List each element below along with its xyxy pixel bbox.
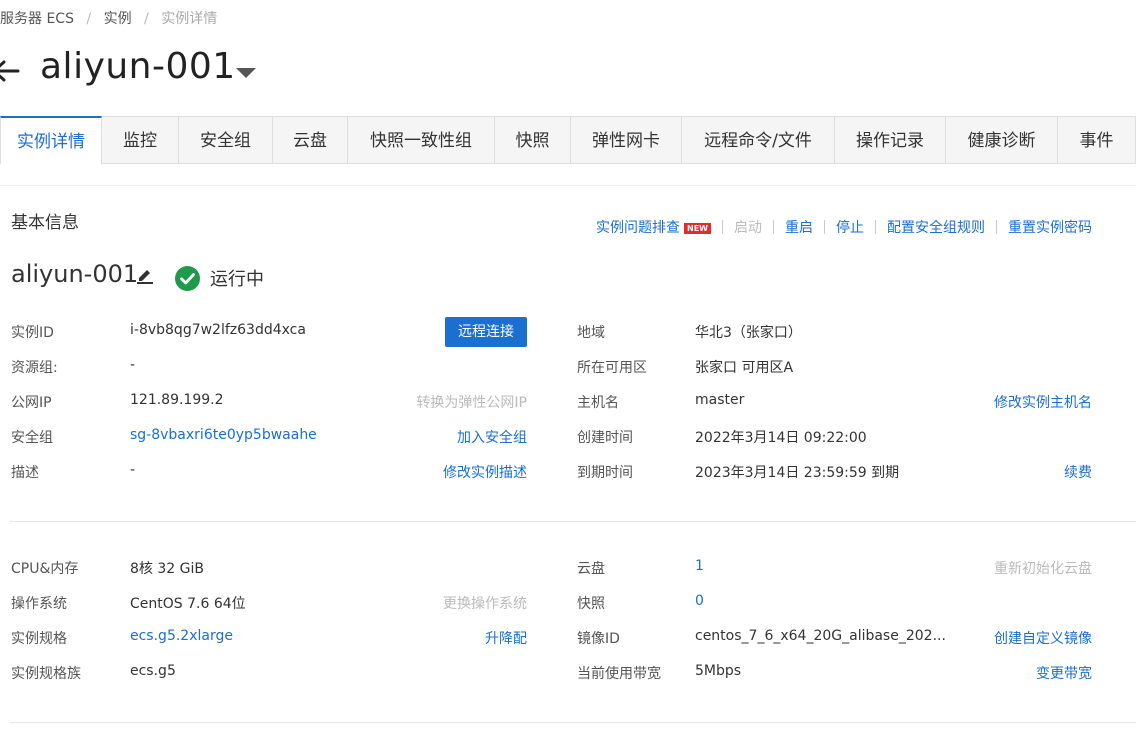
breadcrumb: 云服务器 ECS / 实例 / 实例详情 xyxy=(0,8,217,28)
action-divider xyxy=(721,220,723,234)
convert-eip-link[interactable]: 转换为弹性公网IP xyxy=(416,392,527,412)
tab-snapshots[interactable]: 快照 xyxy=(495,116,571,164)
instance-switch-dropdown-icon[interactable] xyxy=(236,68,256,78)
instance-type-label: 实例规格 xyxy=(11,631,67,647)
instance-id-value: i-8vb8qg7w2lfz63dd4xca xyxy=(130,322,306,338)
page-title: aliyun-001 xyxy=(40,46,236,87)
cpu-memory-label: CPU&内存 xyxy=(11,561,79,577)
instance-family-value: ecs.g5 xyxy=(130,663,176,679)
reinit-disk-link[interactable]: 重新初始化云盘 xyxy=(994,558,1092,578)
section-title-basic-info: 基本信息 xyxy=(11,213,79,233)
zone-label: 所在可用区 xyxy=(577,360,647,376)
tab-snapshot-consistency-groups[interactable]: 快照一致性组 xyxy=(348,116,495,164)
security-group-label: 安全组 xyxy=(11,430,53,446)
edit-pencil-icon[interactable] xyxy=(136,266,154,284)
join-security-group-link[interactable]: 加入安全组 xyxy=(457,427,527,447)
diagnose-label: 实例问题排查 xyxy=(596,220,680,236)
tab-health-diagnosis[interactable]: 健康诊断 xyxy=(946,116,1058,164)
breadcrumb-ecs[interactable]: 云服务器 ECS xyxy=(0,11,74,27)
hostname-label: 主机名 xyxy=(577,395,619,411)
tab-security-groups[interactable]: 安全组 xyxy=(179,116,273,164)
snapshot-label: 快照 xyxy=(577,596,605,612)
resource-group-value: - xyxy=(130,357,136,373)
section-divider xyxy=(10,722,1136,723)
resource-group-label: 资源组: xyxy=(11,360,58,376)
breadcrumb-instances[interactable]: 实例 xyxy=(104,11,132,27)
tab-events[interactable]: 事件 xyxy=(1058,116,1136,164)
public-ip-label: 公网IP xyxy=(11,395,52,411)
tab-elastic-nic[interactable]: 弹性网卡 xyxy=(571,116,682,164)
image-id-label: 镜像ID xyxy=(577,631,620,647)
running-check-icon xyxy=(175,266,200,291)
instance-name: aliyun-001 xyxy=(11,260,139,288)
start-button[interactable]: 启动 xyxy=(734,217,762,237)
restart-button[interactable]: 重启 xyxy=(785,217,813,237)
action-divider xyxy=(772,220,774,234)
bandwidth-label: 当前使用带宽 xyxy=(577,666,661,682)
create-custom-image-link[interactable]: 创建自定义镜像 xyxy=(994,628,1092,648)
new-badge: NEW xyxy=(684,222,711,234)
breadcrumb-separator: / xyxy=(144,11,149,27)
breadcrumb-current: 实例详情 xyxy=(161,11,218,27)
region-label: 地域 xyxy=(577,325,605,341)
action-bar: 实例问题排查 NEW 启动 重启 停止 配置安全组规则 重置实例密码 xyxy=(596,217,1092,237)
content-top-divider xyxy=(0,185,1136,186)
remote-connect-button[interactable]: 远程连接 xyxy=(445,317,527,347)
tab-instance-details[interactable]: 实例详情 xyxy=(0,116,102,164)
cpu-memory-value: 8核 32 GiB xyxy=(130,561,204,577)
status-text: 运行中 xyxy=(210,269,264,290)
tab-monitoring[interactable]: 监控 xyxy=(102,116,179,164)
zone-value: 张家口 可用区A xyxy=(695,360,794,376)
tab-remote-commands[interactable]: 远程命令/文件 xyxy=(682,116,835,164)
disk-label: 云盘 xyxy=(577,561,605,577)
change-os-link[interactable]: 更换操作系统 xyxy=(443,593,527,613)
tab-disks[interactable]: 云盘 xyxy=(273,116,348,164)
instance-id-label: 实例ID xyxy=(11,325,54,341)
configure-sg-rules-button[interactable]: 配置安全组规则 xyxy=(887,217,985,237)
renew-link[interactable]: 续费 xyxy=(1064,462,1092,482)
reset-password-button[interactable]: 重置实例密码 xyxy=(1008,217,1092,237)
snapshot-count-link[interactable]: 0 xyxy=(695,593,704,609)
created-time-value: 2022年3月14日 09:22:00 xyxy=(695,430,867,446)
public-ip-value: 121.89.199.2 xyxy=(130,392,224,408)
breadcrumb-separator: / xyxy=(86,11,92,27)
tab-operation-logs[interactable]: 操作记录 xyxy=(835,116,946,164)
edit-hostname-link[interactable]: 修改实例主机名 xyxy=(994,392,1092,412)
os-value: CentOS 7.6 64位 xyxy=(130,596,246,612)
expire-time-value: 2023年3月14日 23:59:59 到期 xyxy=(695,465,900,481)
change-spec-link[interactable]: 升降配 xyxy=(485,628,527,648)
description-value: - xyxy=(130,462,136,478)
created-time-label: 创建时间 xyxy=(577,430,633,446)
image-id-value: centos_7_6_x64_20G_alibase_202... xyxy=(695,628,946,644)
diagnose-link[interactable]: 实例问题排查 NEW xyxy=(596,217,711,237)
bandwidth-value: 5Mbps xyxy=(695,663,742,679)
more-actions-icon[interactable]: ⋮ xyxy=(1130,220,1136,239)
back-arrow-icon[interactable] xyxy=(0,58,22,84)
action-divider xyxy=(874,220,876,234)
hostname-value: master xyxy=(695,392,745,408)
os-label: 操作系统 xyxy=(11,596,67,612)
action-divider xyxy=(823,220,825,234)
change-bandwidth-link[interactable]: 变更带宽 xyxy=(1036,663,1092,683)
description-label: 描述 xyxy=(11,465,39,481)
expire-time-label: 到期时间 xyxy=(577,465,633,481)
security-group-link[interactable]: sg-8vbaxri6te0yp5bwaahe xyxy=(130,427,317,443)
instance-family-label: 实例规格族 xyxy=(11,666,81,682)
stop-button[interactable]: 停止 xyxy=(836,217,864,237)
tab-bar: 实例详情 监控 安全组 云盘 快照一致性组 快照 弹性网卡 远程命令/文件 操作… xyxy=(0,116,1136,164)
region-value: 华北3（张家口） xyxy=(695,325,802,341)
section-divider xyxy=(10,521,1136,522)
instance-type-link[interactable]: ecs.g5.2xlarge xyxy=(130,628,233,644)
edit-description-link[interactable]: 修改实例描述 xyxy=(443,462,527,482)
action-divider xyxy=(995,220,997,234)
disk-count-link[interactable]: 1 xyxy=(695,558,704,574)
